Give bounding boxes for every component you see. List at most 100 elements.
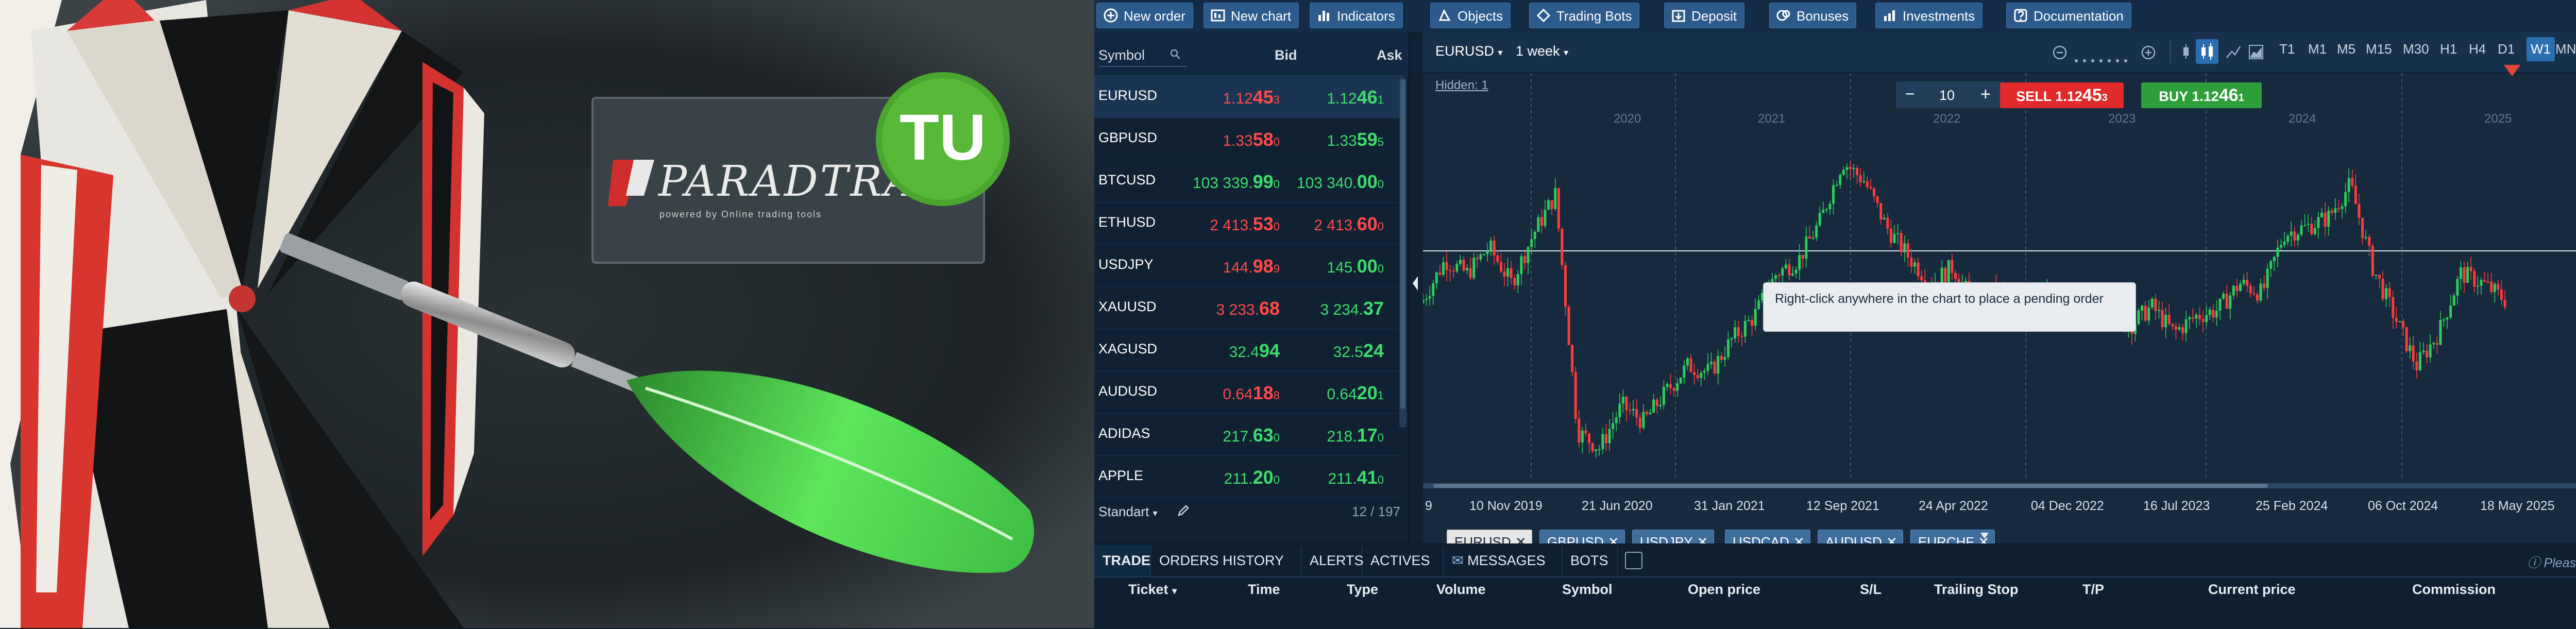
- row-bid: 2 413.530: [1210, 213, 1280, 235]
- column-header-ticket[interactable]: Ticket ▾: [1128, 582, 1177, 598]
- timeframe-t1[interactable]: T1: [2279, 41, 2295, 57]
- terminal-tab-actives[interactable]: ACTIVES: [1362, 545, 1444, 576]
- area-chart-icon[interactable]: [2247, 43, 2265, 61]
- watchlist-row-xauusd[interactable]: XAUUSD 3 233.68 3 234.37: [1094, 286, 1403, 329]
- column-header-t-p[interactable]: T/P: [2082, 582, 2104, 598]
- price-chart[interactable]: 2020 2021 2022 2023 2024 2025: [1423, 73, 2576, 490]
- expand-panel-icon[interactable]: [1978, 531, 1991, 541]
- watchlist-row-audusd[interactable]: AUDUSD 0.64188 0.64201: [1094, 371, 1403, 414]
- candle-body: [2235, 285, 2239, 291]
- timeframe-w1[interactable]: W1: [2527, 37, 2555, 61]
- column-header-current-price[interactable]: Current price: [2208, 582, 2296, 598]
- watchlist-row-gbpusd[interactable]: GBPUSD 1.33580 1.33595: [1094, 117, 1403, 160]
- zoom-out-icon[interactable]: [2052, 44, 2070, 61]
- buy-button[interactable]: BUY 1.12461: [2141, 82, 2262, 108]
- candle-body: [2341, 206, 2344, 209]
- column-header-label: Commission: [2412, 582, 2496, 597]
- column-header-time[interactable]: Time: [1248, 582, 1280, 598]
- line-chart-icon[interactable]: [2225, 43, 2242, 61]
- watchlist-row-apple[interactable]: APPLE 211.200 211.410: [1094, 455, 1403, 498]
- watchlist-row-eurusd[interactable]: EURUSD 1.12453 1.12461: [1094, 75, 1403, 118]
- timeframe-m1[interactable]: M1: [2308, 41, 2327, 57]
- watchlist-scroll-thumb[interactable]: [1400, 79, 1405, 409]
- candle-body: [2324, 213, 2327, 227]
- zoom-slider[interactable]: [2073, 50, 2135, 62]
- new-chart-button[interactable]: New chart: [1204, 3, 1299, 28]
- candle-body: [2293, 231, 2296, 241]
- bonuses-button[interactable]: Bonuses: [1769, 3, 1857, 28]
- column-header-volume[interactable]: Volume: [1436, 582, 1486, 598]
- timeframe-d1[interactable]: D1: [2498, 41, 2515, 57]
- indicators-button[interactable]: Indicators: [1310, 3, 1403, 28]
- symbol-column-header[interactable]: Symbol: [1098, 47, 1145, 63]
- lot-size-value[interactable]: 10: [1939, 88, 1955, 104]
- chart-window-icon: [1211, 9, 1225, 22]
- column-header-s-l[interactable]: S/L: [1860, 582, 1882, 598]
- timeframe-m5[interactable]: M5: [2337, 41, 2355, 57]
- watchlist-row-xagusd[interactable]: XAGUSD 32.494 32.524: [1094, 329, 1403, 371]
- candle-body: [1666, 384, 1669, 387]
- candle-body: [1696, 375, 1699, 378]
- timeframe-h4[interactable]: H4: [2469, 41, 2486, 57]
- watchlist-row-usdjpy[interactable]: USDJPY 144.989 145.000: [1094, 244, 1403, 287]
- year-label: 2022: [1933, 112, 1960, 126]
- column-header-label: Volume: [1436, 582, 1486, 597]
- candle-body: [2476, 285, 2479, 287]
- objects-button[interactable]: Objects: [1430, 3, 1511, 28]
- candle-body: [2137, 311, 2140, 324]
- year-label: 2020: [1614, 112, 1641, 126]
- bid-fraction: 0: [1273, 135, 1280, 148]
- terminal-tab-orders-history[interactable]: ORDERS HISTORY: [1151, 545, 1301, 576]
- candles-chart-type-button[interactable]: [2196, 39, 2218, 64]
- chart-period-selector[interactable]: 1 week ▾: [1516, 43, 1568, 59]
- bid-pips: 94: [1259, 340, 1280, 361]
- candle-body: [2150, 298, 2154, 308]
- chart-symbol-selector[interactable]: EURUSD ▾: [1435, 43, 1503, 59]
- timeframe-h1[interactable]: H1: [2440, 41, 2457, 57]
- documentation-button[interactable]: Documentation: [2006, 3, 2131, 28]
- column-header-symbol[interactable]: Symbol: [1562, 582, 1613, 598]
- bid-main: 103 339.: [1192, 175, 1253, 192]
- row-symbol: ETHUSD: [1098, 214, 1156, 230]
- terminal-tab-messages[interactable]: ✉ MESSAGES: [1444, 545, 1562, 576]
- timeframe-m15[interactable]: M15: [2366, 41, 2392, 57]
- deposit-button[interactable]: Deposit: [1664, 3, 1745, 28]
- increase-lot-button[interactable]: +: [1980, 84, 1991, 105]
- ask-main: 145.: [1327, 259, 1357, 276]
- terminal-tab-alerts[interactable]: ALERTS: [1301, 545, 1364, 576]
- investments-button[interactable]: Investments: [1875, 3, 1983, 28]
- watchlist-scrollbar[interactable]: [1399, 77, 1406, 428]
- row-symbol: XAUUSD: [1098, 299, 1157, 314]
- candle-body: [2201, 319, 2205, 322]
- row-bid: 144.989: [1223, 256, 1280, 277]
- candle-single-icon[interactable]: [2178, 42, 2194, 61]
- column-header-commission[interactable]: Commission: [2412, 582, 2496, 598]
- candle-body: [1472, 258, 1476, 278]
- terminal-tab-bots[interactable]: BOTS: [1562, 545, 1618, 576]
- decrease-lot-button[interactable]: −: [1905, 84, 1915, 104]
- column-header-type[interactable]: Type: [1347, 582, 1378, 598]
- timeframe-mn1[interactable]: MN1: [2555, 41, 2576, 57]
- sell-button[interactable]: SELL 1.12453: [2000, 82, 2124, 108]
- zoom-in-icon[interactable]: [2140, 44, 2159, 61]
- new-order-button[interactable]: New order: [1096, 3, 1193, 28]
- date-tick-label: 06 Oct 2024: [2368, 499, 2438, 513]
- row-symbol: BTCUSD: [1098, 172, 1156, 188]
- candle-body: [1550, 200, 1553, 209]
- pencil-icon[interactable]: [1177, 504, 1190, 517]
- terminal-window-icon[interactable]: [1625, 552, 1642, 569]
- trading-bots-button[interactable]: Trading Bots: [1529, 3, 1640, 28]
- watchlist-row-ethusd[interactable]: ETHUSD 2 413.530 2 413.600: [1094, 202, 1403, 245]
- terminal-tab-trade[interactable]: TRADE: [1094, 545, 1151, 576]
- row-bid: 103 339.990: [1193, 171, 1280, 193]
- search-icon[interactable]: [1170, 48, 1181, 60]
- column-header-trailing-stop[interactable]: Trailing Stop: [1934, 582, 2019, 598]
- watchlist-row-adidas[interactable]: ADIDAS 217.630 218.170: [1094, 413, 1403, 456]
- lot-size-stepper[interactable]: − 10 +: [1896, 81, 2004, 108]
- collapse-panel-arrow[interactable]: [1410, 273, 1421, 294]
- watchlist-row-btcusd[interactable]: BTCUSD 103 339.990 103 340.000: [1094, 160, 1403, 202]
- column-header-open-price[interactable]: Open price: [1688, 582, 1760, 598]
- timeframe-m30[interactable]: M30: [2403, 41, 2429, 57]
- sell-price-pips: 45: [2082, 86, 2102, 105]
- list-selector[interactable]: Standart ▾: [1098, 504, 1158, 520]
